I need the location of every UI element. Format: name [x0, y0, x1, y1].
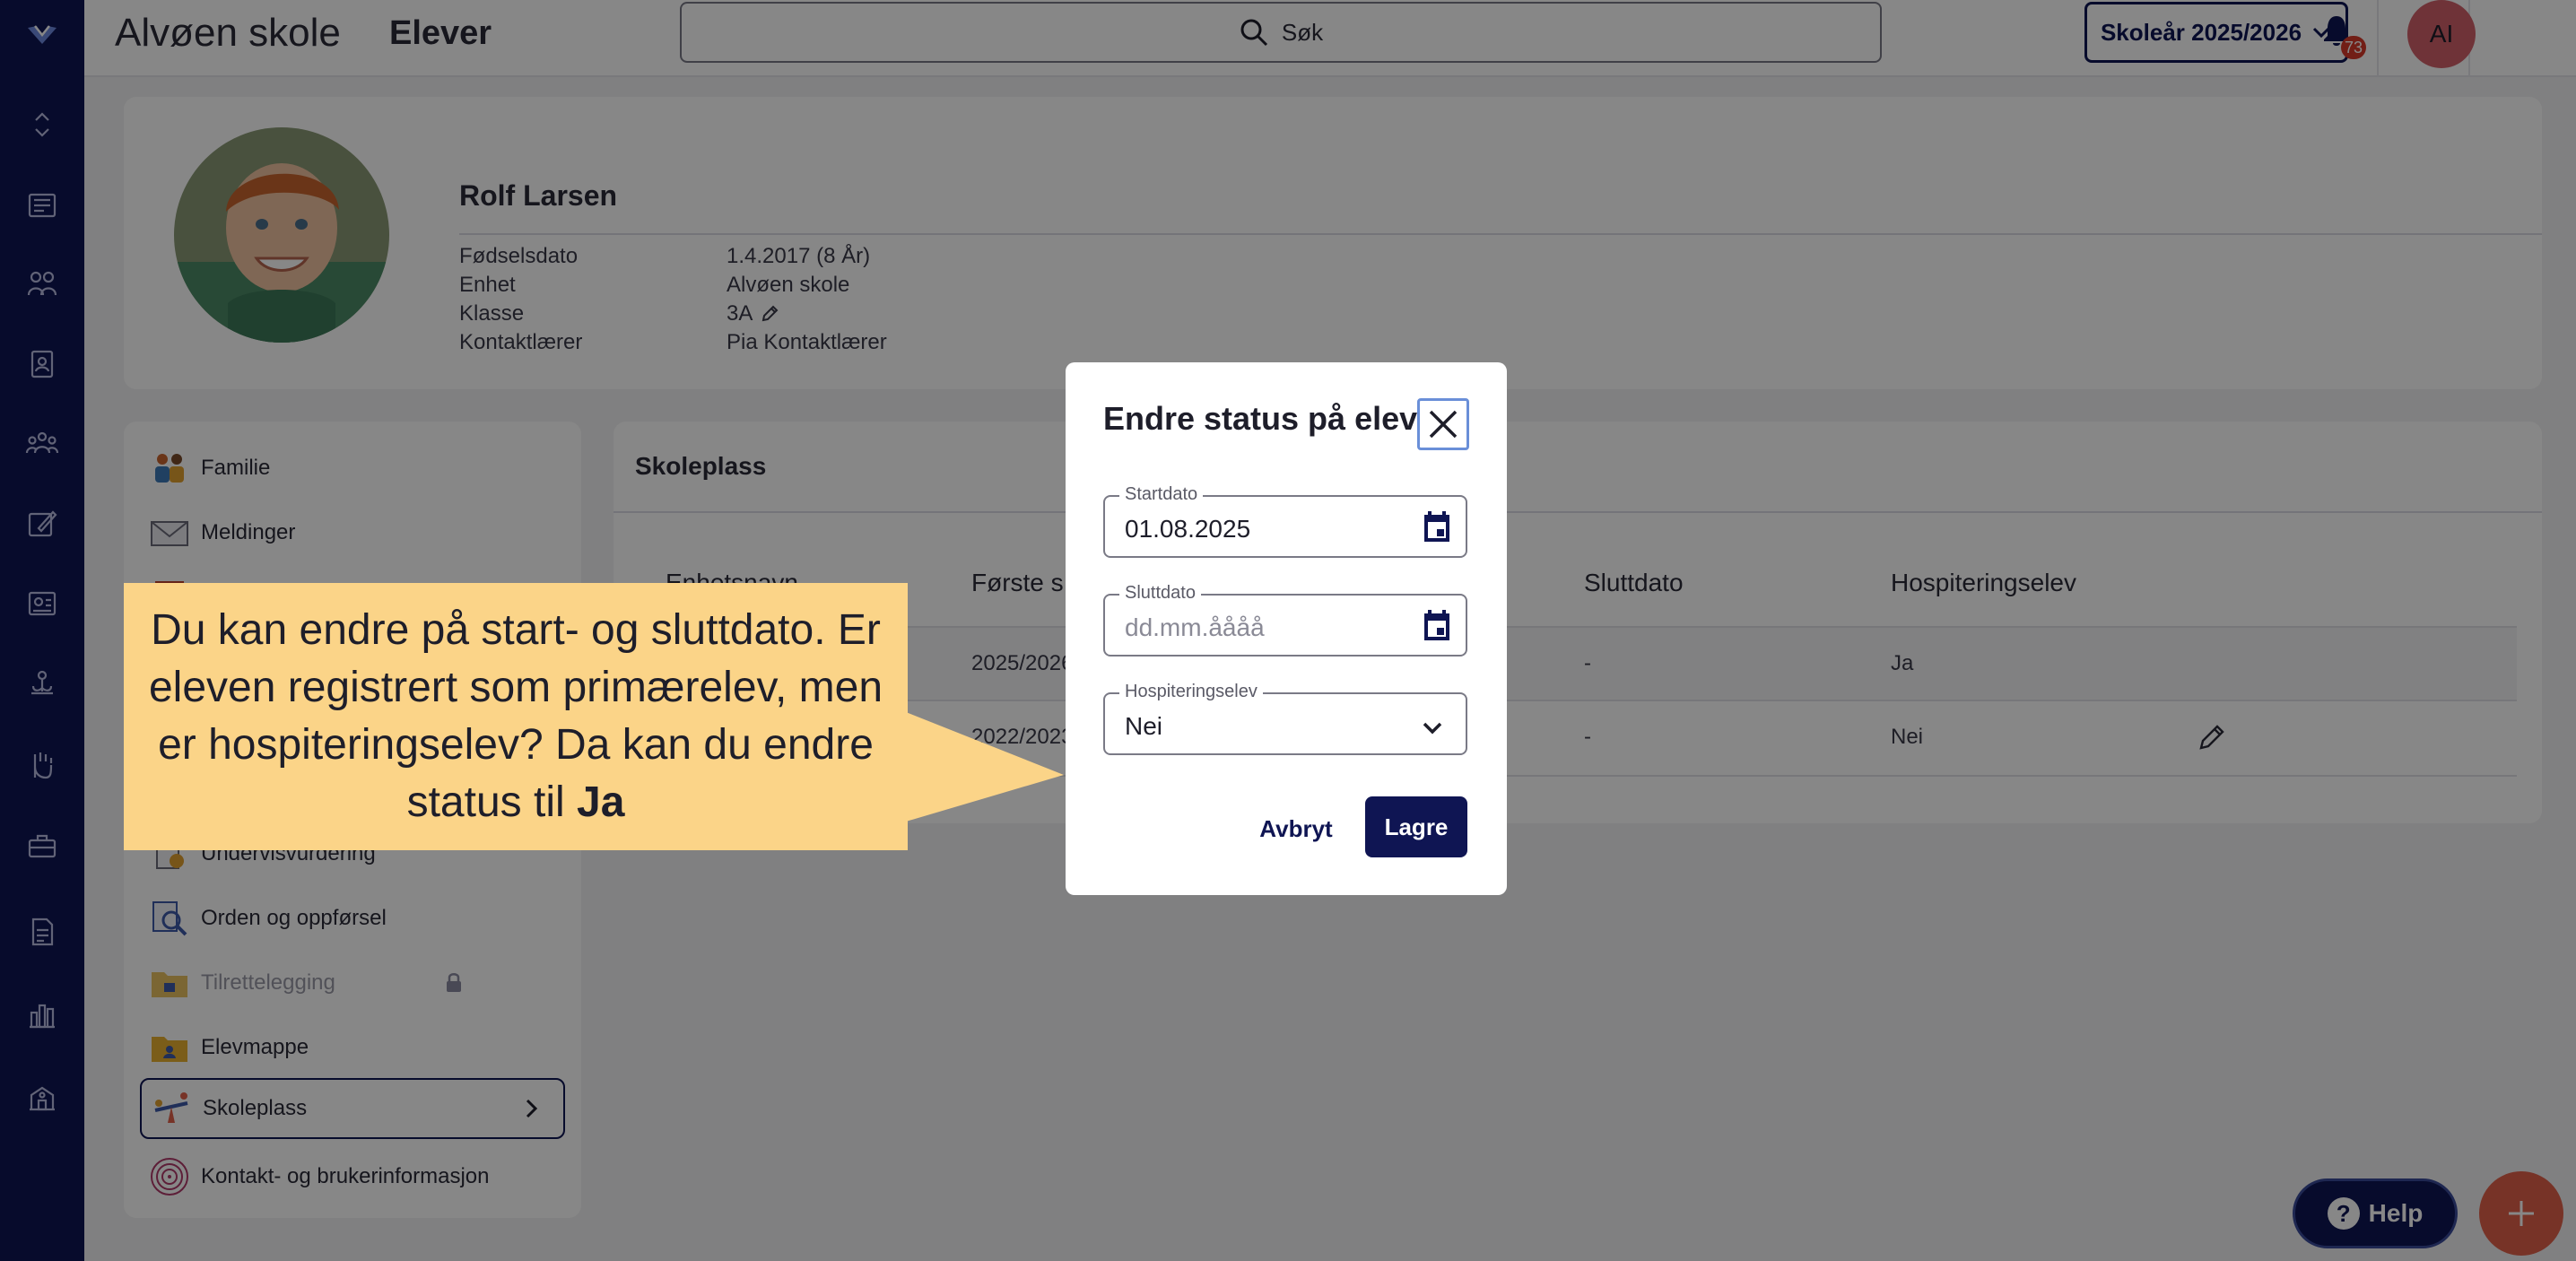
- field-value: 01.08.2025: [1125, 515, 1251, 543]
- field-label: Sluttdato: [1119, 583, 1201, 604]
- edit-status-dialog: Endre status på elev Startdato 01.08.202…: [1066, 362, 1507, 895]
- close-button[interactable]: [1417, 398, 1469, 450]
- field-label: Startdato: [1119, 484, 1204, 505]
- chevron-down-icon: [1421, 716, 1444, 739]
- callout-text: Du kan endre på start- og sluttdato. Er …: [148, 606, 883, 826]
- close-icon: [1429, 410, 1458, 439]
- calendar-icon[interactable]: [1417, 606, 1457, 646]
- field-label: Hospiteringselev: [1119, 682, 1263, 702]
- callout-emphasis: Ja: [577, 778, 625, 826]
- calendar-icon[interactable]: [1417, 508, 1457, 547]
- field-value: Nei: [1125, 712, 1163, 740]
- callout-pointer: [906, 712, 1064, 822]
- start-date-field[interactable]: Startdato 01.08.2025: [1103, 484, 1467, 558]
- save-button[interactable]: Lagre: [1365, 796, 1467, 857]
- dialog-title: Endre status på elev: [1103, 400, 1418, 437]
- hospiteringselev-select[interactable]: Hospiteringselev Nei: [1103, 682, 1467, 755]
- field-placeholder: dd.mm.åååå: [1125, 613, 1265, 641]
- tutorial-callout: Du kan endre på start- og sluttdato. Er …: [124, 583, 908, 850]
- end-date-field[interactable]: Sluttdato dd.mm.åååå: [1103, 583, 1467, 657]
- cancel-button[interactable]: Avbryt: [1247, 804, 1345, 854]
